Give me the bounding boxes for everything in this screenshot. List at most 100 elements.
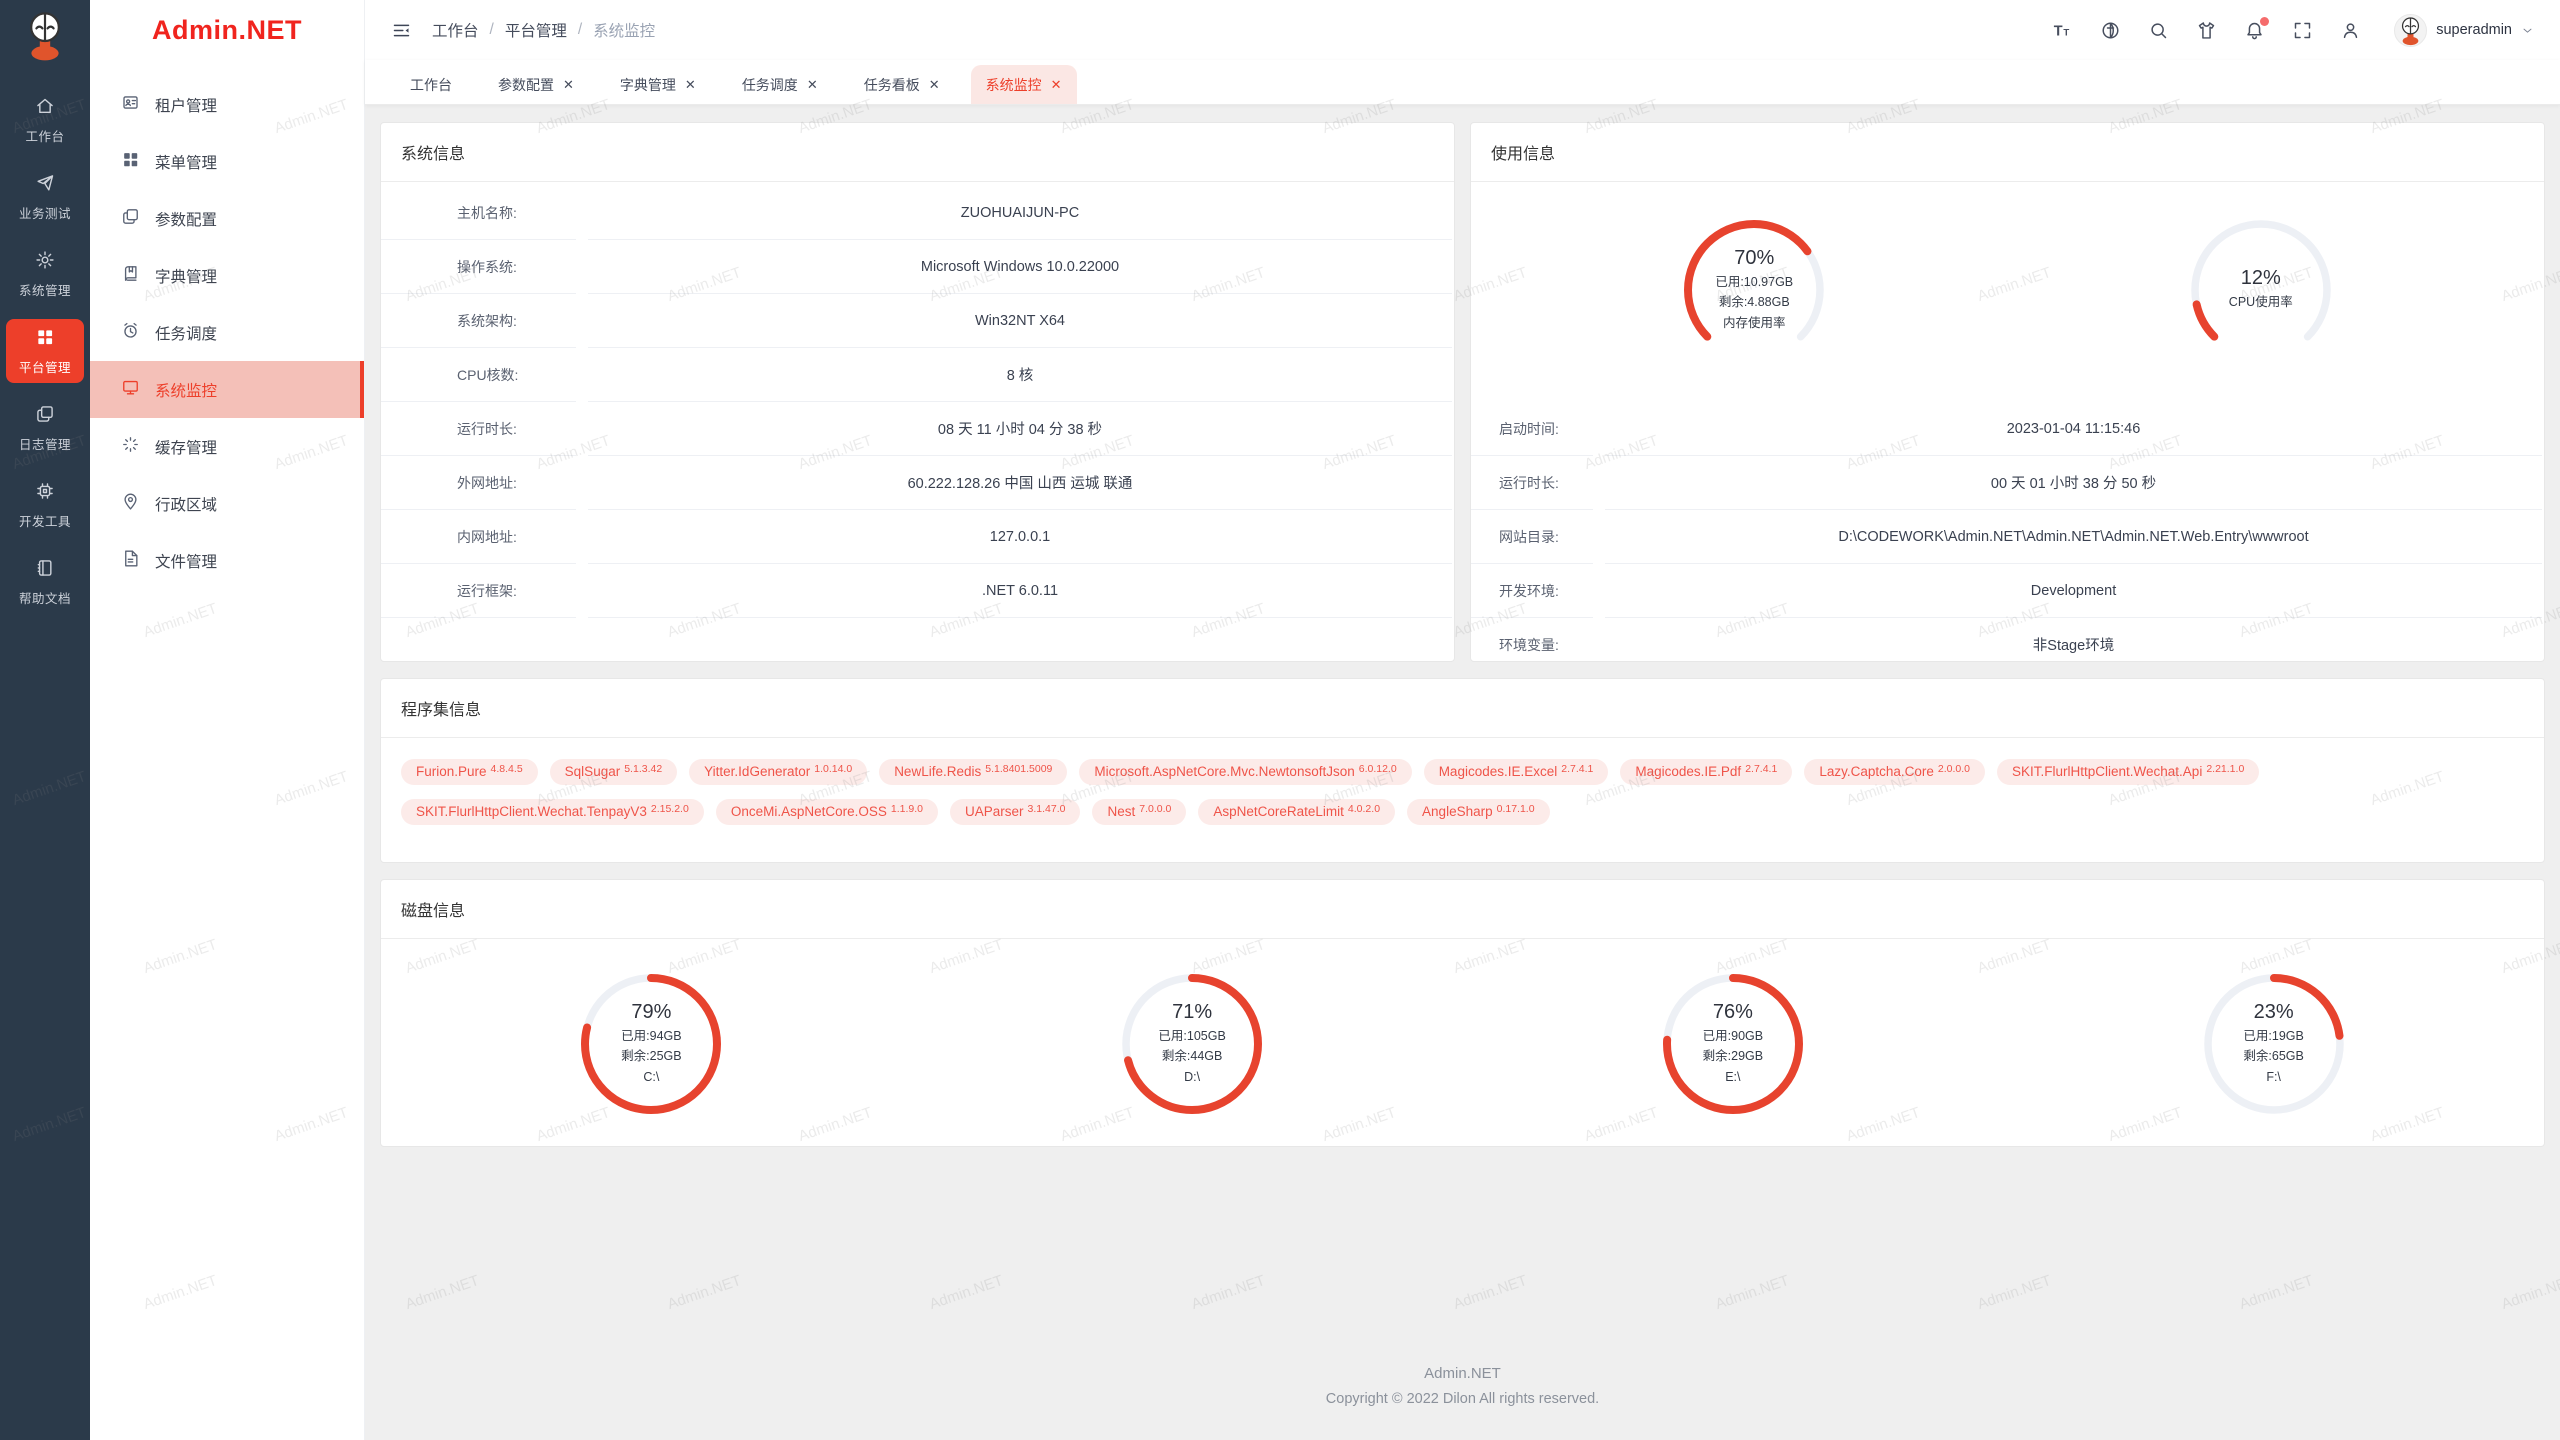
package-name: AspNetCoreRateLimit [1213,804,1344,819]
package-tag[interactable]: OnceMi.AspNetCore.OSS1.1.9.0 [716,799,938,825]
svg-text:T: T [2054,23,2063,39]
rail-item-help-docs[interactable]: 帮助文档 [6,550,84,614]
package-tag[interactable]: Yitter.IdGenerator1.0.14.0 [689,759,867,785]
usage-info-table: 启动时间:2023-01-04 11:15:46运行时长:00 天 01 小时 … [1471,398,2544,662]
gauge-detail-line: 剩余:29GB [1703,1047,1763,1066]
card-title: 系统信息 [381,123,1454,182]
tab-label: 系统监控 [986,75,1042,95]
package-tag[interactable]: SKIT.FlurlHttpClient.Wechat.Api2.21.1.0 [1997,759,2259,785]
sidebar-item-tenant[interactable]: 租户管理 [90,76,364,133]
chevron-down-icon [2521,24,2534,37]
info-row: 运行时长:08 天 11 小时 04 分 38 秒 [381,402,1454,456]
rail-item-business-test[interactable]: 业务测试 [6,165,84,229]
tab-close-icon[interactable]: ✕ [1051,78,1062,91]
primary-nav-rail: 工作台业务测试系统管理平台管理日志管理开发工具帮助文档 [0,0,90,1440]
sidebar-item-schedule[interactable]: 任务调度 [90,304,364,361]
theme-icon[interactable] [2196,20,2217,41]
package-tag[interactable]: NewLife.Redis5.1.8401.5009 [879,759,1067,785]
tab-label: 参数配置 [498,75,554,95]
tab-workbench[interactable]: 工作台 [395,65,467,104]
rail-item-label: 平台管理 [19,357,71,376]
package-tag[interactable]: UAParser3.1.47.0 [950,799,1080,825]
info-row: 外网地址:60.222.128.26 中国 山西 运城 联通 [381,456,1454,510]
usage-gauges: 70%已用:10.97GB剩余:4.88GB内存使用率 12%CPU使用率 [1471,182,2544,398]
gauge-detail-line: 已用:90GB [1703,1027,1763,1046]
info-row: 网站目录:D:\CODEWORK\Admin.NET\Admin.NET\Adm… [1471,510,2544,564]
tab-close-icon[interactable]: ✕ [807,78,818,91]
copy-icon [121,207,140,231]
package-name: Lazy.Captcha.Core [1819,764,1934,779]
package-tag[interactable]: SKIT.FlurlHttpClient.Wechat.TenpayV32.15… [401,799,704,825]
font-size-icon[interactable]: TT [2052,20,2073,41]
sidebar-item-config[interactable]: 参数配置 [90,190,364,247]
collapse-menu-icon[interactable] [391,20,412,41]
home-icon [35,96,55,121]
sidebar-item-dict[interactable]: 字典管理 [90,247,364,304]
card-title: 使用信息 [1471,123,2544,182]
gauge-detail-line: C:\ [643,1068,659,1087]
package-tag[interactable]: Magicodes.IE.Pdf2.7.4.1 [1620,759,1792,785]
sidebar-item-region[interactable]: 行政区域 [90,475,364,532]
tab-schedule[interactable]: 任务调度✕ [727,65,833,104]
package-name: OnceMi.AspNetCore.OSS [731,804,887,819]
svg-text:T: T [2064,27,2070,38]
package-tag[interactable]: AngleSharp0.17.1.0 [1407,799,1550,825]
package-name: Microsoft.AspNetCore.Mvc.NewtonsoftJson [1094,764,1354,779]
info-row: 内网地址:127.0.0.1 [381,510,1454,564]
package-tags: Furion.Pure4.8.4.5 SqlSugar5.1.3.42 Yitter… [381,738,2544,846]
package-tag[interactable]: Furion.Pure4.8.4.5 [401,759,538,785]
notification-badge [2260,17,2269,26]
rail-item-log-mgmt[interactable]: 日志管理 [6,396,84,460]
package-tag[interactable]: Nest7.0.0.0 [1092,799,1186,825]
tab-config[interactable]: 参数配置 ✕ [483,65,589,104]
app-logo[interactable]: Admin.NET [90,0,364,60]
rail-item-platform-mgmt[interactable]: 平台管理 [6,319,84,383]
search-icon[interactable] [2148,20,2169,41]
tab-close-icon[interactable]: ✕ [563,78,574,91]
content-area: 系统信息 主机名称:ZUOHUAIJUN-PC操作系统:Microsoft Wi… [365,105,2560,1440]
username-label: superadmin [2436,22,2512,38]
language-icon[interactable] [2100,20,2121,41]
package-name: SKIT.FlurlHttpClient.Wechat.Api [2012,764,2202,779]
sidebar-item-monitor[interactable]: 系统监控 [90,361,364,418]
user-menu[interactable]: superadmin [2394,14,2534,47]
send-icon [35,173,55,198]
breadcrumb-item[interactable]: 工作台 [432,19,479,41]
gauge-detail-line: CPU使用率 [2229,293,2293,312]
rail-item-workbench[interactable]: 工作台 [6,88,84,152]
info-value: 非Stage环境 [1605,618,2542,662]
tab-monitor[interactable]: 系统监控 ✕ [971,65,1077,104]
sidebar-item-cache[interactable]: 缓存管理 [90,418,364,475]
package-tag[interactable]: Magicodes.IE.Excel2.7.4.1 [1424,759,1609,785]
user-icon[interactable] [2340,20,2361,41]
info-label: 运行时长: [381,402,576,456]
package-tag[interactable]: Lazy.Captcha.Core2.0.0.0 [1804,759,1985,785]
rail-item-label: 系统管理 [19,280,71,299]
package-tag[interactable]: AspNetCoreRateLimit4.0.2.0 [1198,799,1395,825]
package-tag[interactable]: Microsoft.AspNetCore.Mvc.NewtonsoftJson6… [1079,759,1411,785]
info-value: 127.0.0.1 [588,510,1452,564]
breadcrumb-item[interactable]: 平台管理 [505,19,567,41]
sidebar-item-menu[interactable]: 菜单管理 [90,133,364,190]
tab-close-icon[interactable]: ✕ [929,78,940,91]
tab-dict[interactable]: 字典管理✕ [605,65,711,104]
footer-copyright: Copyright © 2022 Dilon All rights reserv… [380,1391,2545,1407]
package-tag[interactable]: SqlSugar5.1.3.42 [550,759,678,785]
rail-item-dev-tools[interactable]: 开发工具 [6,473,84,537]
package-version: 7.0.0.0 [1139,803,1171,815]
disk-gauge-f: 23%已用:19GB剩余:65GBF:\ [2198,968,2350,1120]
rail-item-system-mgmt[interactable]: 系统管理 [6,242,84,306]
info-row: 操作系统:Microsoft Windows 10.0.22000 [381,240,1454,294]
sidebar-item-label: 文件管理 [155,550,217,572]
rail-item-label: 开发工具 [19,511,71,530]
tab-taskboard[interactable]: 任务看板✕ [849,65,955,104]
cpu-gauge: 12%CPU使用率 [2185,214,2337,366]
sidebar-item-file[interactable]: 文件管理 [90,532,364,589]
gauge-detail-line: 已用:105GB [1158,1027,1225,1046]
fullscreen-icon[interactable] [2292,20,2313,41]
gauge-percent: 23% [2254,1001,2294,1024]
mascot-logo-icon[interactable] [20,10,70,62]
info-value: Development [1605,564,2542,618]
tab-close-icon[interactable]: ✕ [685,78,696,91]
bell-icon[interactable] [2244,20,2265,41]
